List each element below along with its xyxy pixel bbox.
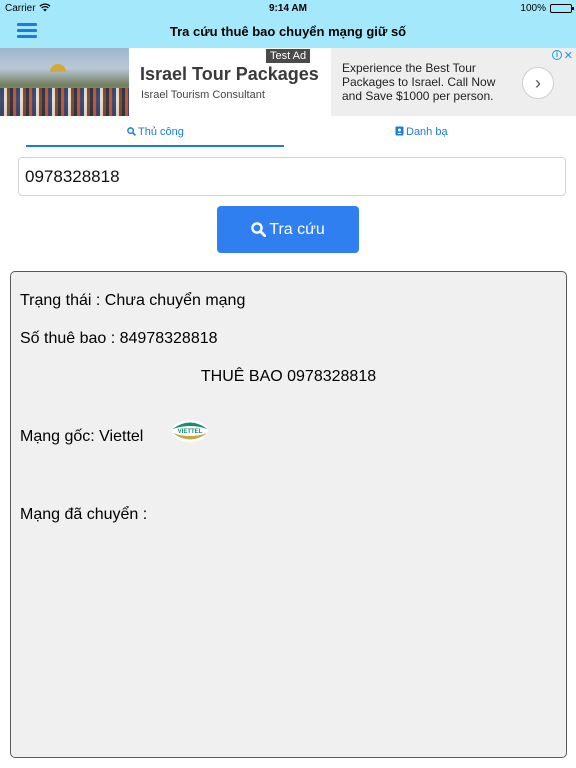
crowd-shape (0, 88, 129, 116)
search-icon (251, 222, 267, 237)
active-tab-indicator (26, 145, 284, 147)
ad-headline[interactable]: Israel Tour Packages (140, 64, 319, 85)
ad-description-panel[interactable]: Experience the Best Tour Packages to Isr… (331, 48, 576, 116)
battery-icon (550, 4, 574, 13)
test-ad-badge: Test Ad (266, 49, 311, 63)
tab-manual[interactable]: Thủ công (127, 126, 184, 138)
page-title: Tra cứu thuê bao chuyển mạng giữ số (169, 24, 407, 39)
result-heading: THUÊ BAO 0978328818 (200, 368, 377, 385)
tab-contacts[interactable]: Danh bạ (395, 126, 448, 138)
result-origin-network: Mạng gốc: Viettel (20, 428, 144, 445)
ad-arrow-button[interactable]: › (522, 67, 554, 99)
ad-banner[interactable]: Test Ad Israel Tour Packages Israel Tour… (0, 48, 576, 116)
result-moved-network: Mạng đã chuyển : (20, 506, 148, 523)
clock: 9:14 AM (269, 3, 307, 14)
ad-info-icon[interactable]: i (552, 50, 562, 60)
contact-book-icon (395, 126, 404, 136)
status-bar: Carrier 9:14 AM 100% (0, 0, 576, 16)
ad-advertiser: Israel Tourism Consultant (141, 89, 265, 101)
viettel-logo-icon: VIETTEL (172, 420, 208, 442)
result-status: Trạng thái : Chưa chuyển mạng (20, 292, 246, 309)
result-panel: Trạng thái : Chưa chuyển mạng Số thuê ba… (10, 271, 567, 758)
lookup-button[interactable]: Tra cứu (217, 206, 359, 253)
tab-manual-label: Thủ công (138, 126, 184, 138)
viettel-logo-text: VIETTEL (178, 429, 203, 435)
ad-photo (0, 48, 129, 116)
phone-number-input[interactable] (18, 157, 566, 196)
search-icon (127, 127, 136, 136)
result-subscriber-number: Số thuê bao : 84978328818 (20, 330, 218, 347)
dome-shape (50, 64, 66, 72)
ad-description: Experience the Best Tour Packages to Isr… (342, 61, 496, 103)
battery-percent: 100% (520, 3, 546, 14)
tab-contacts-label: Danh bạ (406, 126, 448, 138)
ad-close-icon[interactable]: ✕ (564, 49, 573, 62)
app-header: Carrier 9:14 AM 100% Tra cứu thuê bao ch… (0, 0, 576, 48)
lookup-button-label: Tra cứu (269, 221, 325, 238)
tab-bar: Thủ công Danh bạ (0, 116, 576, 148)
